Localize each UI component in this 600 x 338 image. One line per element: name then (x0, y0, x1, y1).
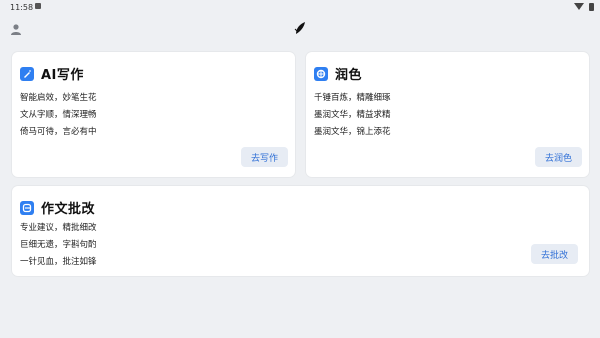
ai-write-card-title: AI写作 (20, 64, 84, 83)
profile-icon[interactable] (10, 23, 22, 35)
polish-title: 润色 (335, 68, 363, 83)
correct-icon (20, 200, 34, 215)
essay-correct-card[interactable]: 作文批改 专业建议，精批细改 巨细无遗，字斟句酌 一针见血，批注如锋 去批改 (12, 186, 589, 276)
essay-correct-description: 专业建议，精批细改 巨细无遗，字斟句酌 一针见血，批注如锋 (20, 220, 97, 271)
polish-card-title: 润色 (314, 64, 362, 83)
polish-line: 墨润文华，锦上添花 (314, 127, 391, 137)
app-logo-icon (294, 22, 305, 34)
ai-write-card[interactable]: AI写作 智能启效，妙笔生花 文从字顺，情深理畅 倚马可待，言必有中 去写作 (12, 52, 295, 177)
ai-write-title: AI写作 (41, 68, 84, 83)
polish-line: 千锤百炼，精雕细琢 (314, 93, 391, 103)
essay-correct-line: 一针见血，批注如锋 (20, 257, 97, 267)
go-polish-button[interactable]: 去润色 (535, 147, 582, 167)
polish-description: 千锤百炼，精雕细琢 墨润文华，精益求精 墨润文华，锦上添花 (314, 90, 391, 141)
notification-icon (35, 3, 41, 9)
polish-card[interactable]: 润色 千锤百炼，精雕细琢 墨润文华，精益求精 墨润文华，锦上添花 去润色 (306, 52, 589, 177)
battery-icon (589, 3, 594, 11)
essay-correct-card-title: 作文批改 (20, 198, 95, 217)
ai-write-line: 文从字顺，情深理畅 (20, 110, 97, 120)
ai-write-line: 倚马可待，言必有中 (20, 127, 97, 137)
wifi-icon (574, 3, 584, 10)
ai-write-description: 智能启效，妙笔生花 文从字顺，情深理畅 倚马可待，言必有中 (20, 90, 97, 141)
status-bar: 11:58 (0, 0, 600, 14)
go-write-button[interactable]: 去写作 (241, 147, 288, 167)
essay-correct-title: 作文批改 (41, 202, 96, 217)
polish-line: 墨润文华，精益求精 (314, 110, 391, 120)
pen-icon (20, 66, 34, 81)
go-correct-button[interactable]: 去批改 (531, 244, 578, 264)
polish-icon (314, 66, 328, 81)
ai-write-line: 智能启效，妙笔生花 (20, 93, 97, 103)
status-time: 11:58 (10, 3, 34, 12)
essay-correct-line: 专业建议，精批细改 (20, 223, 97, 233)
essay-correct-line: 巨细无遗，字斟句酌 (20, 240, 97, 250)
